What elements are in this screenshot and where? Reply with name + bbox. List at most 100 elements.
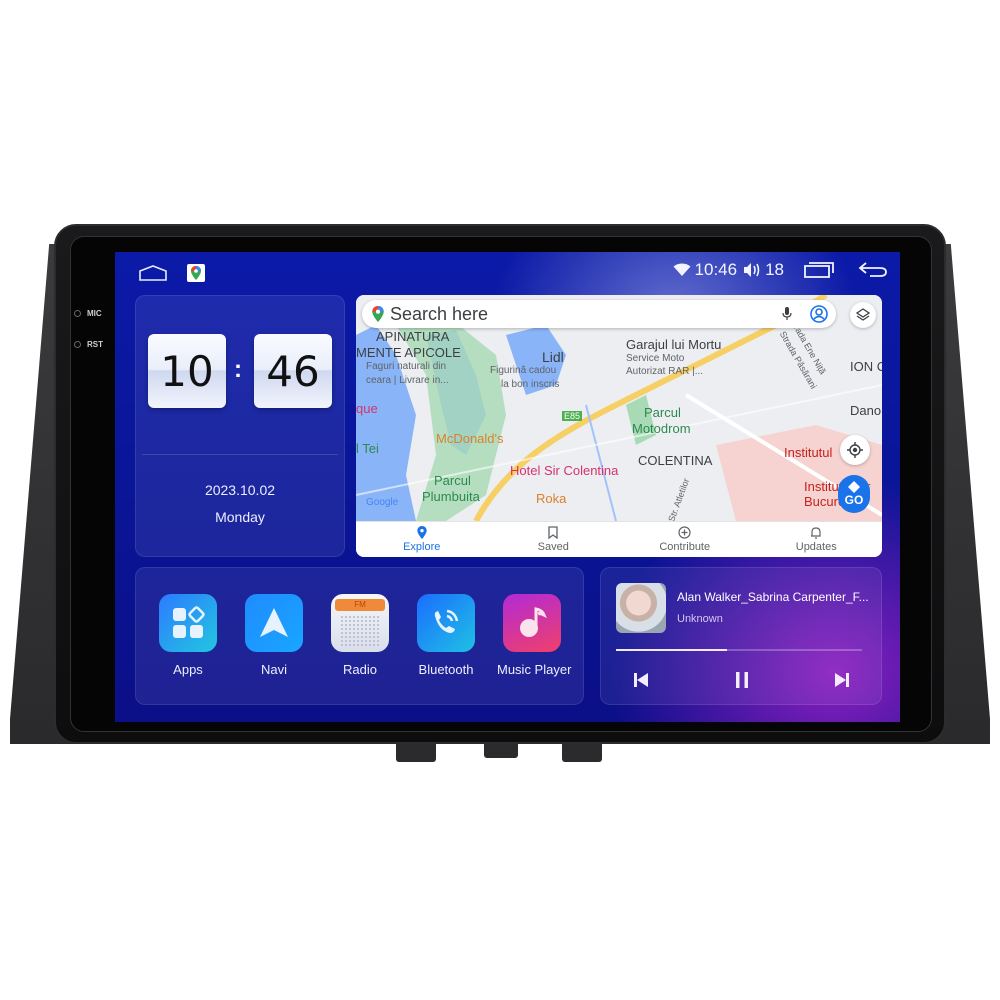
app-radio[interactable]: FM Radio bbox=[325, 594, 395, 677]
music-widget[interactable]: Alan Walker_Sabrina Carpenter_F... Unkno… bbox=[600, 567, 882, 705]
next-button[interactable] bbox=[830, 668, 854, 692]
map-label: que bbox=[356, 401, 378, 416]
tab-label: Contribute bbox=[659, 541, 711, 553]
phone-bluetooth-icon bbox=[417, 594, 475, 652]
album-art bbox=[616, 583, 666, 633]
status-right: 10:46 18 bbox=[673, 260, 888, 280]
map-label: Lidl bbox=[542, 349, 564, 365]
go-label: GO bbox=[844, 493, 864, 507]
reset-hole-icon bbox=[74, 341, 81, 348]
product-photo: MIC RST 10:46 18 10 : 46 2023.10.02 Mond… bbox=[0, 0, 1000, 1000]
app-label: Bluetooth bbox=[418, 662, 474, 677]
account-icon[interactable] bbox=[810, 305, 828, 323]
app-dock: Apps Navi FM Radio Bluetooth Music Playe… bbox=[135, 567, 584, 705]
back-icon[interactable] bbox=[858, 261, 888, 279]
search-placeholder[interactable]: Search here bbox=[390, 304, 782, 325]
song-artist: Unknown bbox=[677, 613, 723, 625]
crosshair-icon bbox=[847, 442, 863, 458]
previous-icon bbox=[634, 673, 648, 687]
pause-button[interactable] bbox=[730, 668, 754, 692]
map-label: Roka bbox=[536, 491, 567, 506]
map-label: Autorizat RAR |... bbox=[626, 366, 704, 377]
clock-hours: 10 bbox=[148, 334, 226, 408]
recent-apps-icon[interactable] bbox=[804, 261, 834, 279]
google-logo: Google bbox=[366, 497, 399, 508]
pin-icon bbox=[417, 526, 427, 539]
map-label: Hotel Sir Colentina bbox=[510, 463, 619, 478]
reset-button[interactable]: RST bbox=[74, 340, 103, 349]
map-label: Dano bbox=[850, 403, 882, 418]
previous-button[interactable] bbox=[629, 668, 653, 692]
wifi-icon bbox=[673, 263, 691, 276]
mounting-clip bbox=[562, 744, 602, 762]
tab-updates[interactable]: Updates bbox=[751, 522, 883, 557]
map-label: l Tei bbox=[356, 441, 379, 456]
google-maps-widget[interactable]: APINATURA MENTE APICOLE Faguri naturali … bbox=[356, 295, 882, 557]
map-label: Parcul bbox=[434, 473, 471, 488]
pause-icon bbox=[736, 672, 748, 688]
fm-badge: FM bbox=[335, 599, 385, 611]
mic-port: MIC bbox=[74, 309, 102, 318]
google-maps-icon[interactable] bbox=[187, 264, 205, 282]
mounting-clip bbox=[484, 744, 518, 758]
map-label: Plumbuita bbox=[422, 489, 480, 504]
weekday-label: Monday bbox=[215, 509, 265, 525]
tab-label: Updates bbox=[795, 541, 837, 553]
song-title: Alan Walker_Sabrina Carpenter_F... bbox=[677, 590, 869, 604]
app-music-player[interactable]: Music Player bbox=[497, 594, 572, 677]
status-bar: 10:46 18 bbox=[115, 252, 900, 292]
volume-level: 18 bbox=[765, 260, 784, 279]
mounting-clip bbox=[396, 744, 436, 762]
map-label: Parcul bbox=[644, 405, 681, 420]
map-bottom-nav: Explore Saved Contribute Updates bbox=[356, 521, 882, 557]
map-search-bar[interactable]: Search here bbox=[362, 300, 836, 328]
next-icon bbox=[835, 673, 849, 687]
route-shield: E85 bbox=[562, 411, 583, 421]
date-label: 2023.10.02 bbox=[204, 482, 276, 498]
tab-label: Explore bbox=[403, 541, 441, 553]
app-apps[interactable]: Apps bbox=[153, 594, 223, 677]
app-label: Radio bbox=[343, 662, 377, 677]
map-label: McDonald's bbox=[436, 431, 504, 446]
bookmark-icon bbox=[548, 526, 558, 539]
map-label: Figurină cadou bbox=[490, 365, 557, 376]
map-label: Institutul bbox=[784, 445, 833, 460]
plus-circle-icon bbox=[678, 526, 691, 539]
map-label: Garajul lui Mortu bbox=[626, 337, 722, 352]
progress-fill bbox=[616, 649, 727, 651]
tab-saved[interactable]: Saved bbox=[488, 522, 620, 557]
mic-hole-icon bbox=[74, 310, 81, 317]
music-note-icon bbox=[503, 594, 561, 652]
map-label: Faguri naturali din bbox=[366, 361, 447, 372]
map-label: la bon inscris bbox=[501, 379, 560, 390]
clock-minutes: 46 bbox=[254, 334, 332, 408]
app-label: Navi bbox=[260, 662, 287, 677]
map-label: ceara | Livrare in... bbox=[366, 375, 449, 386]
volume-icon[interactable] bbox=[743, 262, 761, 278]
go-button[interactable]: GO bbox=[838, 475, 870, 513]
mic-label: MIC bbox=[87, 309, 102, 318]
home-icon[interactable] bbox=[139, 265, 167, 281]
my-location-button[interactable] bbox=[840, 435, 870, 465]
clock-separator: : bbox=[234, 356, 242, 383]
tab-label: Saved bbox=[537, 541, 569, 553]
clock-widget[interactable]: 10 : 46 2023.10.02 Monday bbox=[135, 295, 345, 557]
layers-button[interactable] bbox=[850, 302, 876, 328]
map-label: COLENTINA bbox=[638, 453, 713, 468]
maps-pin-logo-icon bbox=[372, 306, 384, 322]
layers-icon bbox=[856, 308, 870, 321]
playback-progress[interactable] bbox=[616, 649, 862, 651]
screen: 10:46 18 10 : 46 2023.10.02 Monday APINA… bbox=[115, 252, 900, 722]
map-label: Motodrom bbox=[632, 421, 691, 436]
directions-icon bbox=[848, 481, 860, 493]
microphone-icon[interactable] bbox=[782, 307, 792, 321]
tab-explore[interactable]: Explore bbox=[356, 522, 488, 557]
app-navi[interactable]: Navi bbox=[239, 594, 309, 677]
app-bluetooth[interactable]: Bluetooth bbox=[411, 594, 481, 677]
divider bbox=[142, 454, 338, 455]
app-label: Apps bbox=[173, 662, 203, 677]
map-label: MENTE APICOLE bbox=[356, 345, 461, 360]
tab-contribute[interactable]: Contribute bbox=[619, 522, 751, 557]
radio-icon: FM bbox=[331, 594, 389, 652]
app-label: Music Player bbox=[497, 662, 572, 677]
